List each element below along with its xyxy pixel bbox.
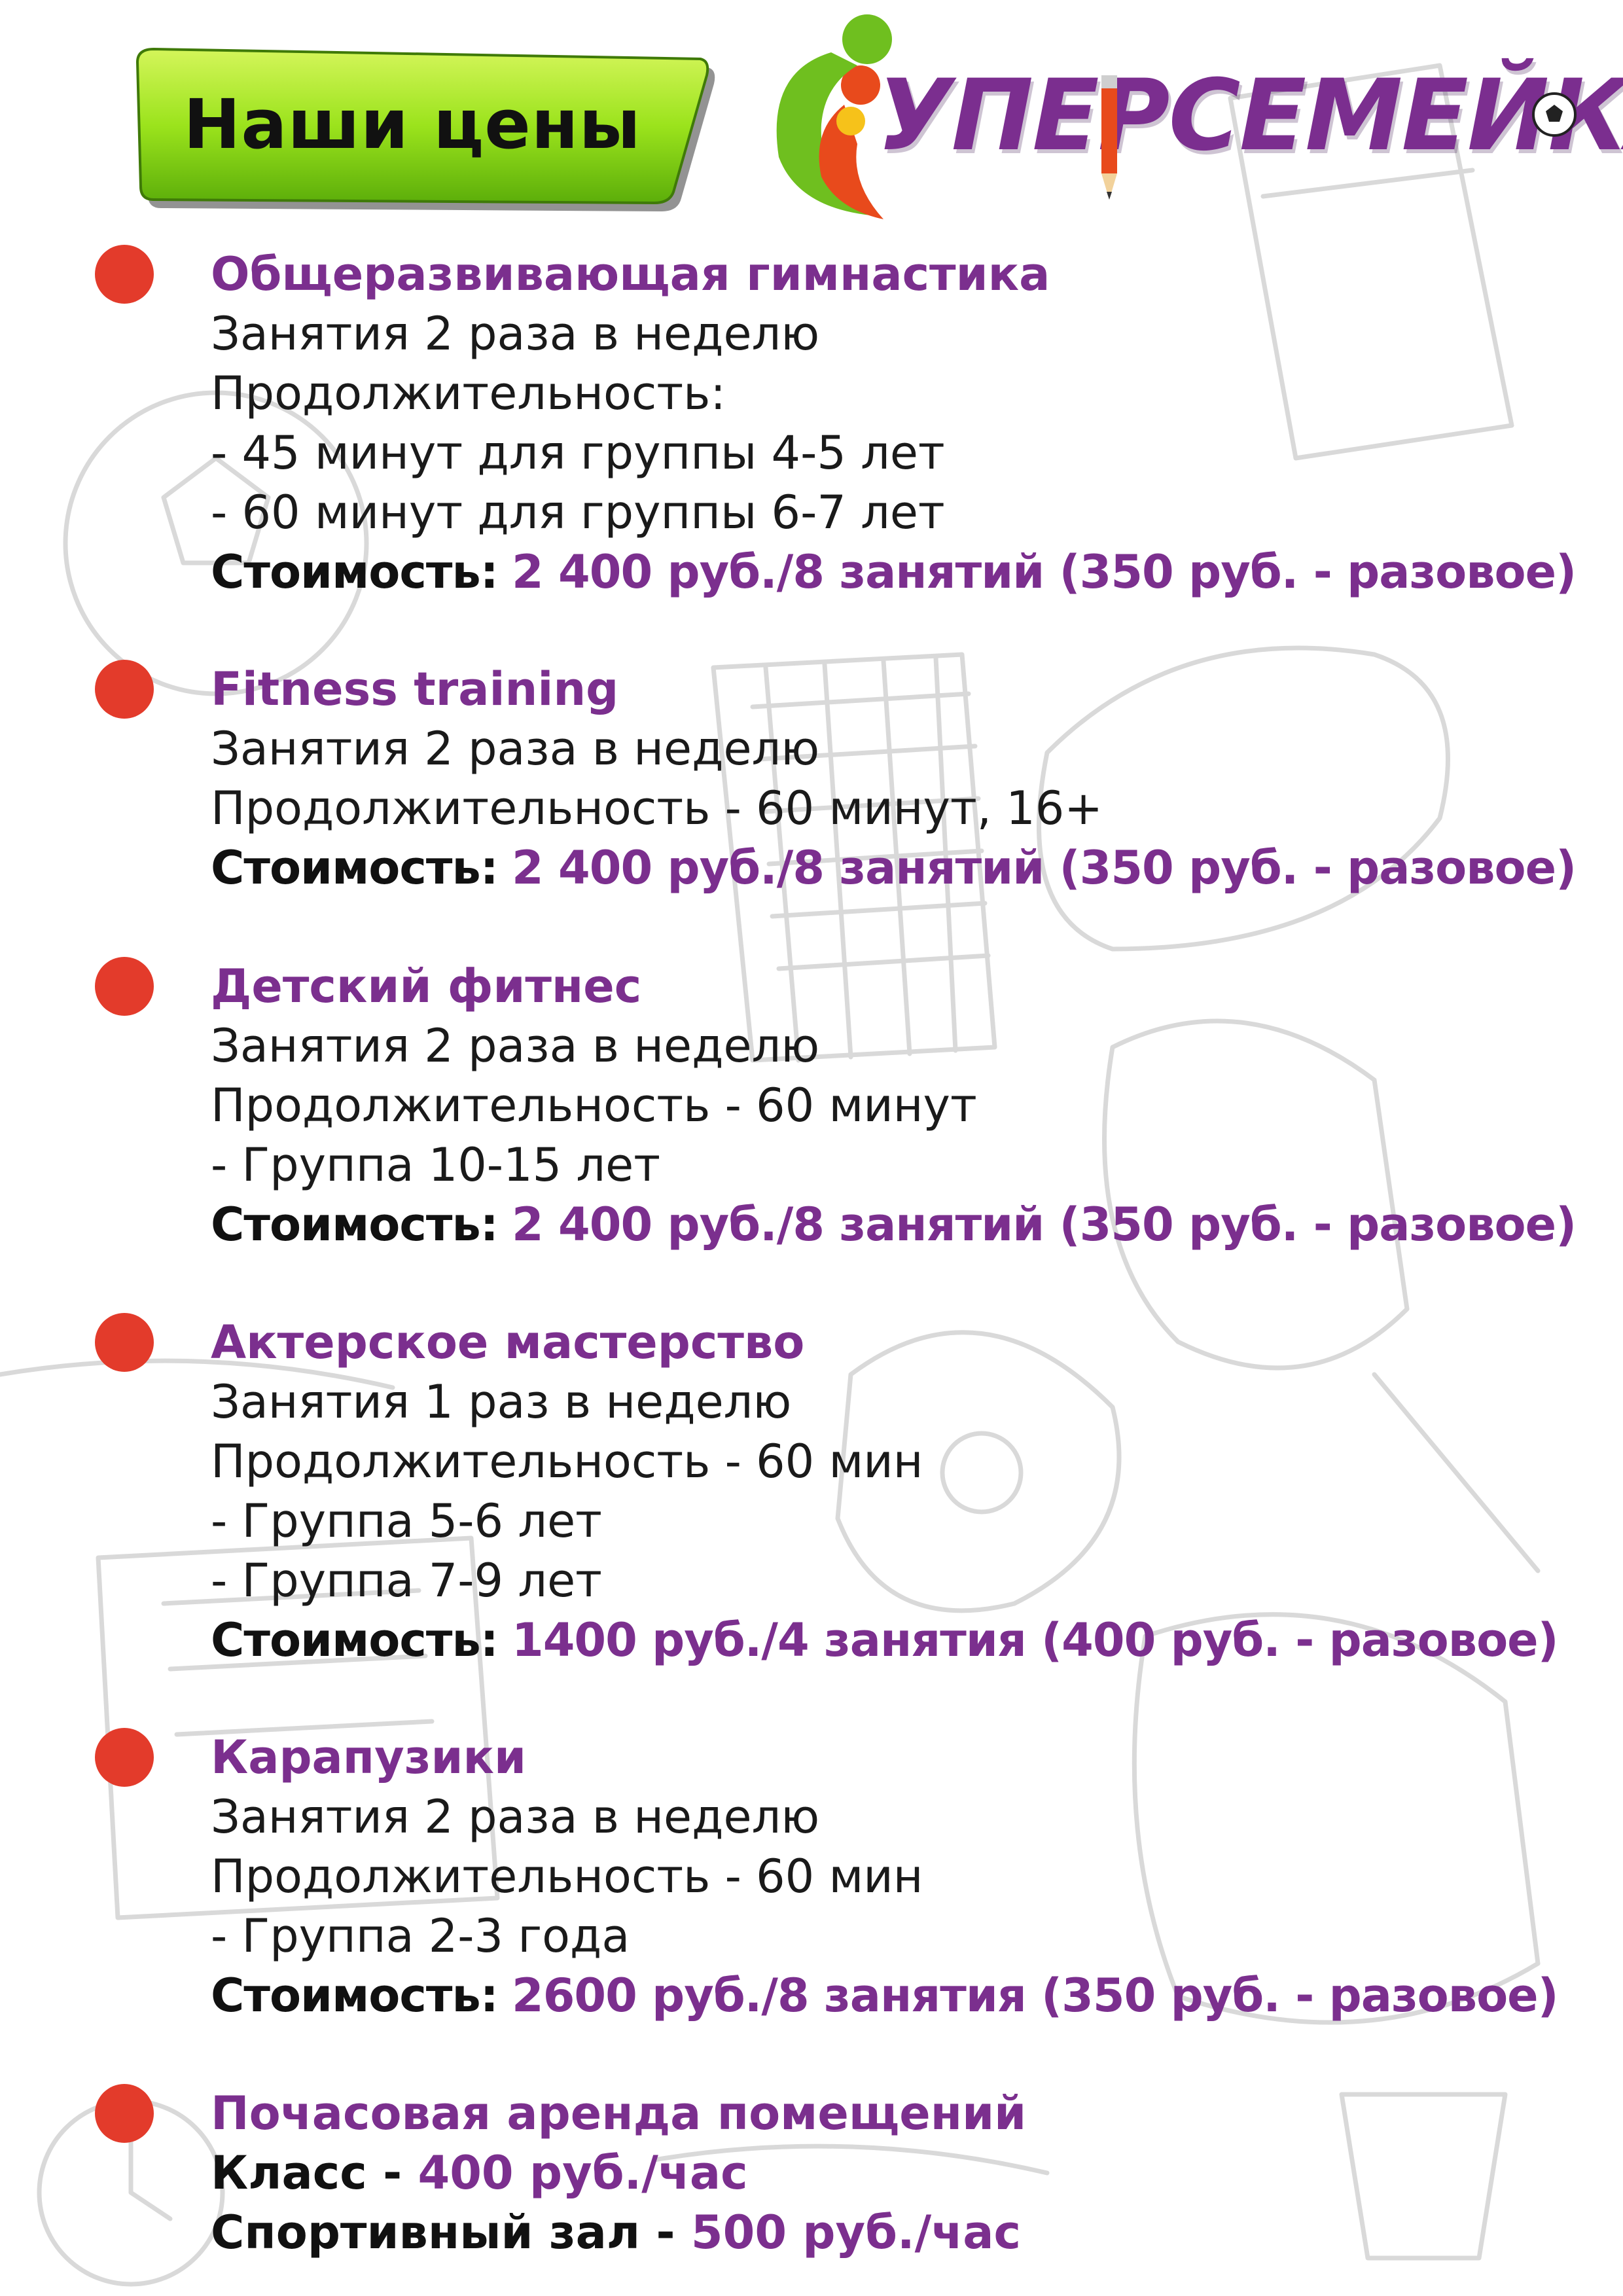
rental-price: 500 руб./час	[690, 2206, 1021, 2259]
section-title: Почасовая аренда помещений	[211, 2087, 1027, 2140]
rental-label: Спортивный зал -	[211, 2206, 691, 2259]
price-label: Стоимость:	[211, 1613, 499, 1667]
section-title: Fitness training	[211, 662, 619, 716]
price-value: 2 400 руб./8 занятий (350 руб. - разовое…	[511, 1198, 1577, 1251]
bullet-icon	[95, 2084, 154, 2143]
section-detail: Занятия 2 раза в неделю	[211, 1019, 820, 1073]
rental-line: Спортивный зал - 500 руб./час	[211, 2203, 1598, 2263]
section-detail: - Группа 2-3 года	[211, 1909, 630, 1963]
price-line: Стоимость: 2 400 руб./8 занятий (350 руб…	[211, 838, 1598, 898]
price-list: Общеразвивающая гимнастика Занятия 2 раз…	[0, 0, 1623, 2296]
section-detail: Занятия 2 раза в неделю	[211, 307, 820, 361]
price-value: 1400 руб./4 занятия (400 руб. - разовое)	[511, 1613, 1559, 1667]
section-detail: Продолжительность - 60 мин	[211, 1435, 923, 1488]
rental-line: Класс - 400 руб./час	[211, 2144, 1598, 2203]
price-label: Стоимость:	[211, 841, 499, 895]
price-label: Стоимость:	[211, 1198, 499, 1251]
section-detail: Продолжительность - 60 мин	[211, 1850, 923, 1903]
bullet-icon	[95, 1313, 154, 1372]
price-value: 2 400 руб./8 занятий (350 руб. - разовое…	[511, 545, 1577, 599]
section-detail: - Группа 7-9 лет	[211, 1554, 602, 1607]
section-title: Общеразвивающая гимнастика	[211, 247, 1050, 301]
price-line: Стоимость: 2 400 руб./8 занятий (350 руб…	[211, 543, 1598, 602]
rental-price: 400 руб./час	[418, 2146, 748, 2200]
section-title: Актерское мастерство	[211, 1316, 805, 1369]
price-label: Стоимость:	[211, 1969, 499, 2022]
bullet-icon	[95, 1728, 154, 1787]
bullet-icon	[95, 245, 154, 304]
section-title: Детский фитнес	[211, 960, 642, 1013]
section-detail: Занятия 2 раза в неделю	[211, 1790, 820, 1844]
price-value: 2 400 руб./8 занятий (350 руб. - разовое…	[511, 841, 1577, 895]
price-value: 2600 руб./8 занятия (350 руб. - разовое)	[511, 1969, 1559, 2022]
price-label: Стоимость:	[211, 545, 499, 599]
section-detail: Продолжительность - 60 минут, 16+	[211, 781, 1103, 835]
section-detail: - Группа 5-6 лет	[211, 1494, 602, 1548]
section-detail: - 45 минут для группы 4-5 лет	[211, 426, 945, 480]
section-title: Карапузики	[211, 1731, 527, 1784]
section-detail: Продолжительность:	[211, 367, 726, 420]
bullet-icon	[95, 660, 154, 719]
rental-label: Класс -	[211, 2146, 418, 2200]
price-line: Стоимость: 1400 руб./4 занятия (400 руб.…	[211, 1611, 1598, 1670]
bullet-icon	[95, 957, 154, 1016]
section-detail: Занятия 1 раз в неделю	[211, 1375, 792, 1429]
section-detail: - 60 минут для группы 6-7 лет	[211, 486, 945, 539]
section-detail: Занятия 2 раза в неделю	[211, 722, 820, 776]
price-line: Стоимость: 2600 руб./8 занятия (350 руб.…	[211, 1966, 1598, 2026]
section-detail: Продолжительность - 60 минут	[211, 1079, 977, 1132]
section-detail: - Группа 10-15 лет	[211, 1138, 660, 1192]
price-line: Стоимость: 2 400 руб./8 занятий (350 руб…	[211, 1195, 1598, 1255]
